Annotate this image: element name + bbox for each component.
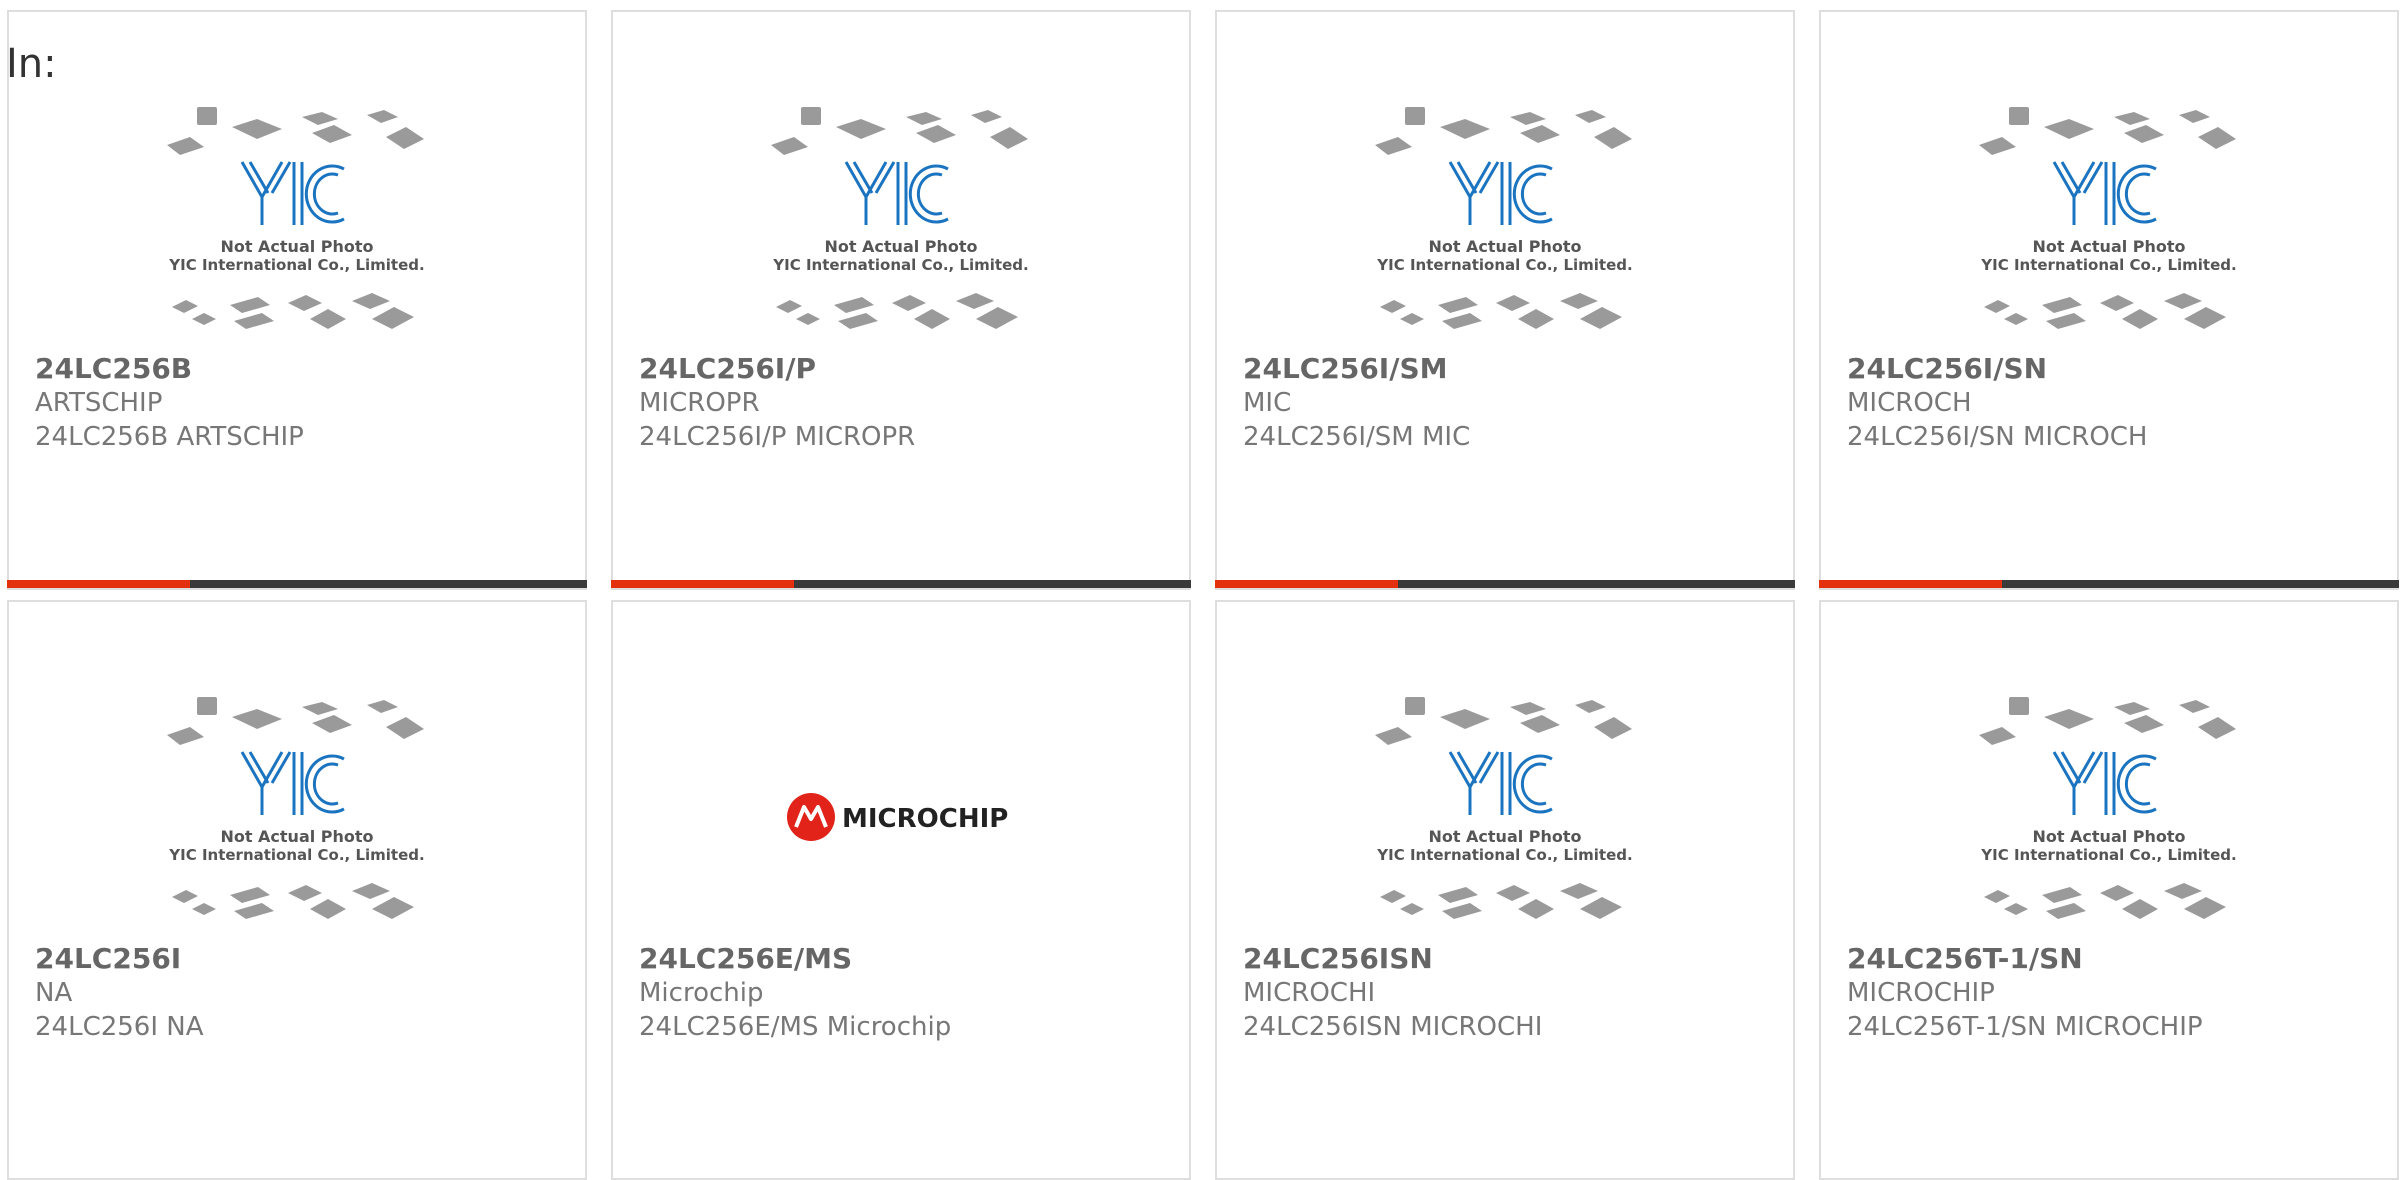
card-bottom-bar (1215, 580, 1795, 588)
yic-placeholder-image: Not Actual Photo YIC International Co., … (1979, 697, 2237, 919)
yic-placeholder-image: Not Actual Photo YIC International Co., … (167, 697, 425, 919)
product-card[interactable]: Not Actual Photo YIC International Co., … (1819, 10, 2399, 590)
manufacturer: Microchip (639, 978, 764, 1008)
microchip-logo-text: MICROCHIP (842, 804, 1008, 834)
placeholder-line1: Not Actual Photo (2032, 827, 2185, 846)
placeholder-line1: Not Actual Photo (2032, 237, 2185, 256)
product-image[interactable]: MICROCHIP (613, 682, 1189, 952)
placeholder-line2: YIC International Co., Limited. (168, 256, 424, 274)
placeholder-line1: Not Actual Photo (1428, 237, 1581, 256)
card-accent-bar (1819, 580, 2002, 588)
product-card[interactable]: Not Actual Photo YIC International Co., … (1215, 10, 1795, 590)
placeholder-line1: Not Actual Photo (824, 237, 977, 256)
product-image[interactable]: Not Actual Photo YIC International Co., … (1821, 92, 2397, 362)
manufacturer: ARTSCHIP (35, 388, 163, 418)
part-number[interactable]: 24LC256I/SM (1243, 352, 1783, 386)
yic-placeholder-image: Not Actual Photo YIC International Co., … (1979, 107, 2237, 329)
product-image[interactable]: Not Actual Photo YIC International Co., … (1217, 682, 1793, 952)
card-bottom-bar (1819, 580, 2399, 588)
product-image[interactable]: Not Actual Photo YIC International Co., … (9, 682, 585, 952)
product-card[interactable]: Not Actual Photo YIC International Co., … (7, 10, 587, 590)
description: 24LC256I/SM MIC (1243, 422, 1471, 452)
manufacturer: MICROCHIP (1847, 978, 1995, 1008)
placeholder-line1: Not Actual Photo (220, 237, 373, 256)
product-image[interactable]: Not Actual Photo YIC International Co., … (1217, 92, 1793, 362)
card-bottom-bar (611, 580, 1191, 588)
description: 24LC256I/P MICROPR (639, 422, 916, 452)
card-accent-bar (1215, 580, 1398, 588)
product-card[interactable]: Not Actual Photo YIC International Co., … (1215, 600, 1795, 1180)
product-card[interactable]: MICROCHIP 24LC256E/MS Microchip 24LC256E… (611, 600, 1191, 1180)
placeholder-line2: YIC International Co., Limited. (1980, 846, 2236, 864)
product-image[interactable]: Not Actual Photo YIC International Co., … (9, 92, 585, 362)
placeholder-line1: Not Actual Photo (220, 827, 373, 846)
product-card[interactable]: Not Actual Photo YIC International Co., … (611, 10, 1191, 590)
manufacturer: MICROCH (1847, 388, 1972, 418)
placeholder-line2: YIC International Co., Limited. (772, 256, 1028, 274)
description: 24LC256ISN MICROCHI (1243, 1012, 1543, 1042)
part-number[interactable]: 24LC256I (35, 942, 575, 976)
yic-placeholder-image: Not Actual Photo YIC International Co., … (1375, 697, 1633, 919)
filter-label: In: (6, 41, 57, 87)
card-accent-bar (7, 580, 190, 588)
manufacturer: NA (35, 978, 73, 1008)
yic-placeholder-image: Not Actual Photo YIC International Co., … (771, 107, 1029, 329)
part-number[interactable]: 24LC256E/MS (639, 942, 1179, 976)
part-number[interactable]: 24LC256ISN (1243, 942, 1783, 976)
part-number[interactable]: 24LC256I/SN (1847, 352, 2387, 386)
product-grid: Not Actual Photo YIC International Co., … (0, 0, 2400, 1180)
placeholder-line2: YIC International Co., Limited. (1376, 846, 1632, 864)
product-card[interactable]: Not Actual Photo YIC International Co., … (1819, 600, 2399, 1180)
placeholder-line2: YIC International Co., Limited. (168, 846, 424, 864)
product-card[interactable]: Not Actual Photo YIC International Co., … (7, 600, 587, 1180)
placeholder-line2: YIC International Co., Limited. (1980, 256, 2236, 274)
microchip-logo: MICROCHIP (787, 793, 1008, 841)
product-image[interactable]: Not Actual Photo YIC International Co., … (1821, 682, 2397, 952)
manufacturer: MICROPR (639, 388, 760, 418)
card-accent-bar (611, 580, 794, 588)
part-number[interactable]: 24LC256B (35, 352, 575, 386)
yic-placeholder-image: Not Actual Photo YIC International Co., … (167, 107, 425, 329)
description: 24LC256I/SN MICROCH (1847, 422, 2148, 452)
manufacturer: MICROCHI (1243, 978, 1376, 1008)
placeholder-line2: YIC International Co., Limited. (1376, 256, 1632, 274)
description: 24LC256E/MS Microchip (639, 1012, 952, 1042)
product-image[interactable]: Not Actual Photo YIC International Co., … (613, 92, 1189, 362)
card-bottom-bar (7, 580, 587, 588)
part-number[interactable]: 24LC256I/P (639, 352, 1179, 386)
description: 24LC256I NA (35, 1012, 204, 1042)
yic-placeholder-image: Not Actual Photo YIC International Co., … (1375, 107, 1633, 329)
description: 24LC256B ARTSCHIP (35, 422, 304, 452)
manufacturer: MIC (1243, 388, 1292, 418)
description: 24LC256T-1/SN MICROCHIP (1847, 1012, 2203, 1042)
part-number[interactable]: 24LC256T-1/SN (1847, 942, 2387, 976)
placeholder-line1: Not Actual Photo (1428, 827, 1581, 846)
